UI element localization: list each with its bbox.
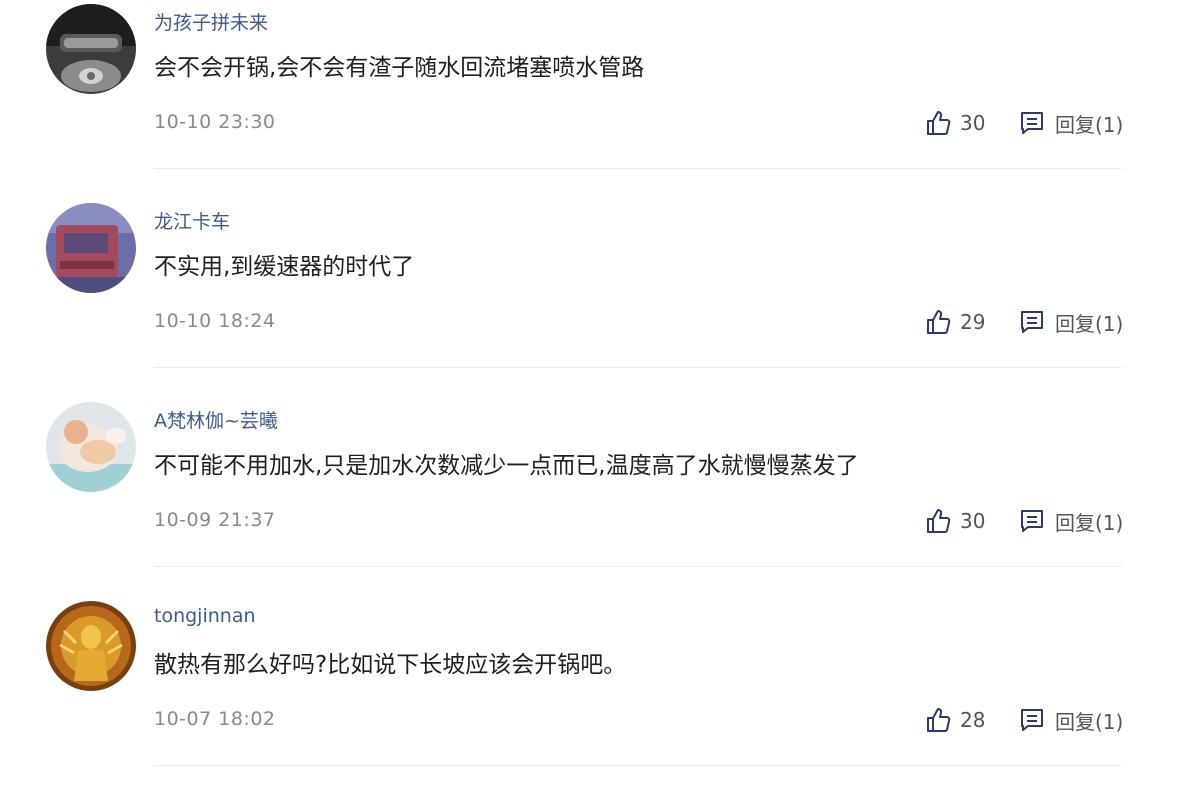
comment-text: 不实用,到缓速器的时代了 bbox=[154, 254, 415, 280]
like-button[interactable]: 30 bbox=[924, 504, 985, 538]
username[interactable]: 龙江卡车 bbox=[154, 207, 230, 234]
like-button[interactable]: 28 bbox=[924, 703, 985, 737]
thumbs-up-icon bbox=[927, 509, 951, 533]
divider bbox=[154, 566, 1122, 567]
comment-text: 散热有那么好吗?比如说下长坡应该会开锅吧。 bbox=[154, 652, 627, 678]
thumbs-up-icon bbox=[927, 708, 951, 732]
comment-timestamp: 10-09 21:37 bbox=[154, 509, 276, 531]
comment-item: 龙江卡车 不实用,到缓速器的时代了 10-10 18:24 29 回复(1) bbox=[0, 199, 1194, 398]
reply-button[interactable]: 回复(1) bbox=[1019, 106, 1123, 140]
comment-list: 为孩子拼未来 会不会开锅,会不会有渣子随水回流堵塞喷水管路 10-10 23:3… bbox=[0, 0, 1194, 796]
comment-item: 为孩子拼未来 会不会开锅,会不会有渣子随水回流堵塞喷水管路 10-10 23:3… bbox=[0, 0, 1194, 199]
reply-comment-icon bbox=[1021, 709, 1043, 731]
comment-timestamp: 10-10 23:30 bbox=[154, 111, 276, 133]
divider bbox=[154, 765, 1122, 766]
reply-comment-icon bbox=[1021, 510, 1043, 532]
baby-photo-avatar-icon bbox=[46, 402, 136, 492]
comment-item: A梵林伽~芸曦 不可能不用加水,只是加水次数减少一点而已,温度高了水就慢慢蒸发了… bbox=[0, 398, 1194, 597]
thumbs-up-icon bbox=[927, 310, 951, 334]
avatar[interactable] bbox=[46, 4, 136, 94]
comment-text: 会不会开锅,会不会有渣子随水回流堵塞喷水管路 bbox=[154, 55, 645, 81]
thumbs-up-icon bbox=[927, 111, 951, 135]
car-steering-wheel-avatar-icon bbox=[46, 4, 136, 94]
reply-button[interactable]: 回复(1) bbox=[1019, 504, 1123, 538]
avatar[interactable] bbox=[46, 203, 136, 293]
reply-button[interactable]: 回复(1) bbox=[1019, 703, 1123, 737]
comment-timestamp: 10-10 18:24 bbox=[154, 310, 276, 332]
reply-label: 回复(1) bbox=[1055, 709, 1124, 734]
username[interactable]: tongjinnan bbox=[154, 605, 256, 627]
reply-label: 回复(1) bbox=[1055, 510, 1124, 535]
reply-label: 回复(1) bbox=[1055, 311, 1124, 336]
avatar[interactable] bbox=[46, 601, 136, 691]
reply-comment-icon bbox=[1021, 311, 1043, 333]
like-count: 28 bbox=[960, 708, 986, 732]
like-count: 30 bbox=[960, 111, 986, 135]
reply-comment-icon bbox=[1021, 112, 1043, 134]
username[interactable]: 为孩子拼未来 bbox=[154, 8, 268, 35]
comment-timestamp: 10-07 18:02 bbox=[154, 708, 276, 730]
comment-item: tongjinnan 散热有那么好吗?比如说下长坡应该会开锅吧。 10-07 1… bbox=[0, 597, 1194, 796]
reply-label: 回复(1) bbox=[1055, 112, 1124, 137]
golden-buddha-avatar-icon bbox=[46, 601, 136, 691]
reply-button[interactable]: 回复(1) bbox=[1019, 305, 1123, 339]
username[interactable]: A梵林伽~芸曦 bbox=[154, 406, 278, 433]
red-truck-avatar-icon bbox=[46, 203, 136, 293]
divider bbox=[154, 367, 1122, 368]
like-count: 30 bbox=[960, 509, 986, 533]
like-button[interactable]: 29 bbox=[924, 305, 985, 339]
divider bbox=[154, 168, 1122, 169]
comment-text: 不可能不用加水,只是加水次数减少一点而已,温度高了水就慢慢蒸发了 bbox=[154, 453, 859, 479]
like-button[interactable]: 30 bbox=[924, 106, 985, 140]
avatar[interactable] bbox=[46, 402, 136, 492]
like-count: 29 bbox=[960, 310, 986, 334]
